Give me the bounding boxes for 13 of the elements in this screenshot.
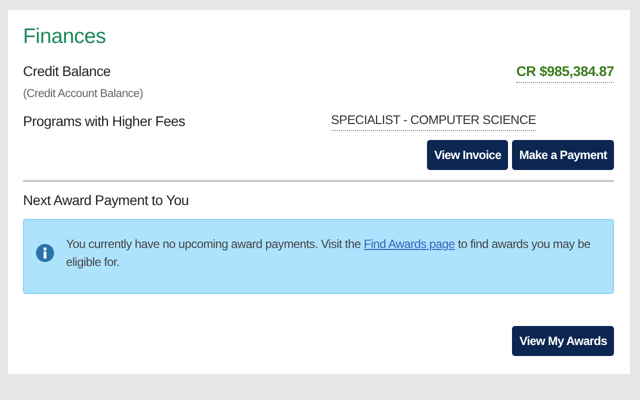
find-awards-link[interactable]: Find Awards page bbox=[364, 237, 455, 252]
programs-label: Programs with Higher Fees bbox=[23, 112, 186, 132]
credit-balance-label: Credit Balance bbox=[23, 62, 112, 82]
payment-button[interactable]: Make a Payment bbox=[512, 140, 614, 170]
view-invoice-button[interactable]: View Invoice bbox=[427, 140, 508, 170]
info-icon bbox=[36, 244, 54, 262]
info-message: You currently have no upcoming award payments. Visit the Find Awards page to find awards you may be eligible for. bbox=[66, 236, 592, 272]
section-heading: Next Award Payment to You bbox=[23, 191, 190, 210]
credit-balance-amount[interactable]: CR $985,384.87 bbox=[516, 61, 614, 84]
page-title: Finances bbox=[23, 24, 107, 50]
program-name[interactable]: SPECIALIST - COMPUTER SCIENCE bbox=[331, 111, 536, 132]
view-awards-button[interactable]: View My Awards bbox=[512, 326, 614, 356]
credit-balance-note: (Credit Account Balance) bbox=[23, 87, 144, 102]
